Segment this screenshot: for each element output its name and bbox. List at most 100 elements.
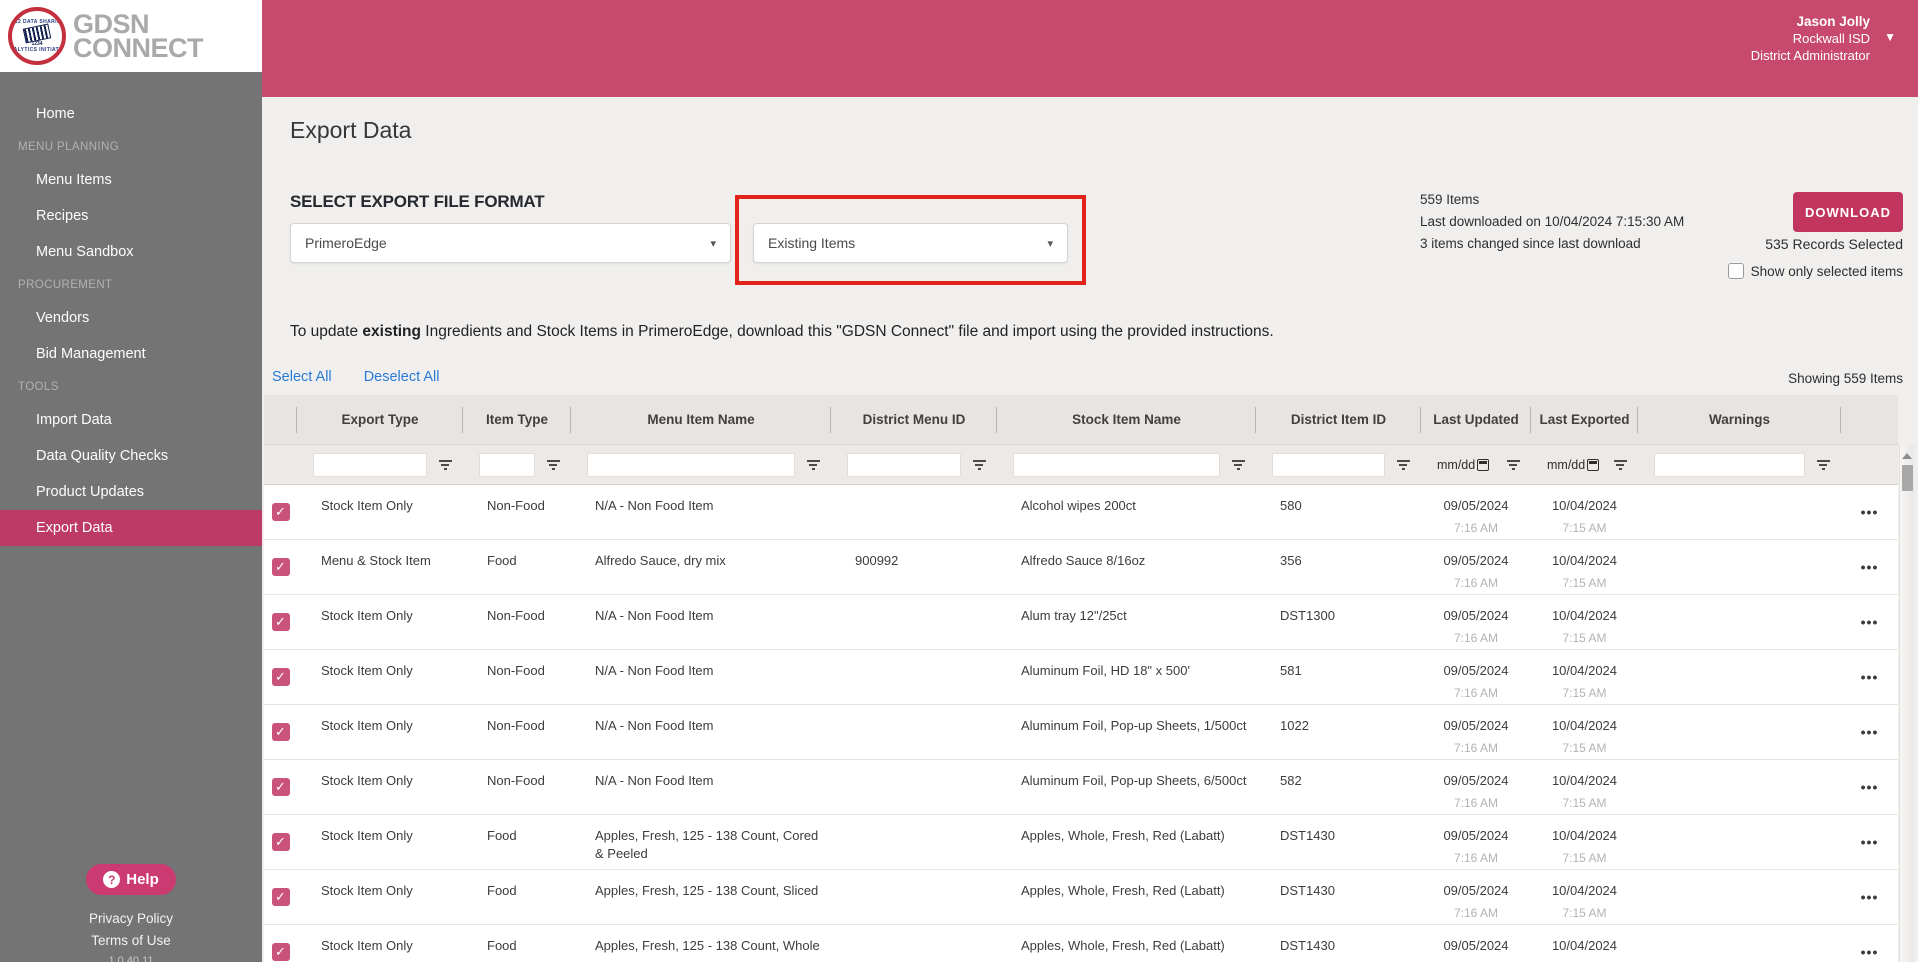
terms-of-use-link[interactable]: Terms of Use: [0, 933, 262, 948]
cell-menu-item-name: N/A - Non Food Item: [595, 718, 714, 733]
row-actions-ellipsis-icon[interactable]: •••: [1861, 505, 1879, 519]
vertical-scrollbar[interactable]: [1899, 445, 1914, 962]
header-district-item-id[interactable]: District Item ID: [1256, 395, 1421, 444]
calendar-icon[interactable]: [1587, 458, 1600, 471]
row-actions-ellipsis-icon[interactable]: •••: [1861, 835, 1879, 849]
row-checkbox-checked[interactable]: ✓: [271, 558, 290, 576]
filter-district-menu-id-input[interactable]: [847, 452, 961, 477]
items-filter-select[interactable]: Existing Items ▾: [753, 223, 1068, 263]
sidebar-item-import-data[interactable]: Import Data: [0, 402, 262, 438]
date-placeholder: mm/dd: [1547, 457, 1586, 472]
filter-stock-item-name-input[interactable]: [1013, 452, 1220, 477]
cell-district-item-id: 581: [1280, 663, 1302, 678]
filter-menu-item-name-input[interactable]: [587, 452, 795, 477]
calendar-icon[interactable]: [1477, 458, 1490, 471]
row-checkbox-checked[interactable]: ✓: [271, 778, 290, 796]
user-organization: Rockwall ISD: [1792, 31, 1870, 46]
filter-icon[interactable]: [1501, 454, 1525, 476]
filter-icon[interactable]: [433, 454, 457, 476]
filter-icon[interactable]: [1811, 454, 1835, 476]
row-actions-ellipsis-icon[interactable]: •••: [1861, 615, 1879, 629]
sidebar-item-export-data[interactable]: Export Data: [0, 510, 262, 546]
sidebar-item-menu-sandbox[interactable]: Menu Sandbox: [0, 234, 262, 270]
filter-icon[interactable]: [967, 454, 991, 476]
row-checkbox-checked[interactable]: ✓: [271, 723, 290, 741]
sidebar-item-vendors[interactable]: Vendors: [0, 300, 262, 336]
cell-menu-item-name: N/A - Non Food Item: [595, 773, 714, 788]
download-stats: 559 Items Last downloaded on 10/04/2024 …: [1420, 189, 1684, 255]
row-actions-ellipsis-icon[interactable]: •••: [1861, 945, 1879, 959]
filter-district-item-id-input[interactable]: [1272, 452, 1385, 477]
sidebar-item-menu-items[interactable]: Menu Items: [0, 162, 262, 198]
header-stock-item-name[interactable]: Stock Item Name: [997, 395, 1256, 444]
table-filter-row: mm/dd mm/dd: [264, 445, 1898, 485]
top-header-bar: Jason Jolly Rockwall ISD District Admini…: [262, 0, 1918, 97]
table-row: ✓ Stock Item Only Non-Food N/A - Non Foo…: [264, 760, 1898, 815]
chevron-down-icon: ▾: [1047, 237, 1053, 250]
show-only-selected-toggle[interactable]: Show only selected items: [1727, 263, 1903, 279]
row-actions-ellipsis-icon[interactable]: •••: [1861, 780, 1879, 794]
cell-warnings: [1638, 815, 1841, 869]
sidebar-item-data-quality-checks[interactable]: Data Quality Checks: [0, 438, 262, 474]
filter-icon[interactable]: [1608, 454, 1632, 476]
row-checkbox-checked[interactable]: ✓: [271, 888, 290, 906]
header-menu-item-name[interactable]: Menu Item Name: [571, 395, 831, 444]
export-format-select[interactable]: PrimeroEdge ▾: [290, 223, 731, 263]
sidebar-item-recipes[interactable]: Recipes: [0, 198, 262, 234]
table-body: ✓ Stock Item Only Non-Food N/A - Non Foo…: [264, 485, 1898, 962]
filter-last-updated-date-input[interactable]: mm/dd: [1437, 453, 1495, 477]
header-district-menu-id[interactable]: District Menu ID: [831, 395, 997, 444]
filter-icon[interactable]: [801, 454, 825, 476]
filter-icon[interactable]: [541, 454, 565, 476]
app-version: 1.0.40.11: [108, 955, 154, 962]
barcode-icon: [22, 23, 52, 44]
filter-icon[interactable]: [1391, 454, 1415, 476]
header-export-type[interactable]: Export Type: [297, 395, 463, 444]
scroll-up-arrow-icon[interactable]: [1902, 453, 1912, 459]
cell-warnings: [1638, 540, 1841, 594]
filter-icon[interactable]: [1226, 454, 1250, 476]
sidebar-item-bid-management[interactable]: Bid Management: [0, 336, 262, 372]
header-last-updated[interactable]: Last Updated: [1421, 395, 1531, 444]
show-only-selected-checkbox[interactable]: [1727, 263, 1744, 279]
row-actions-ellipsis-icon[interactable]: •••: [1861, 560, 1879, 574]
cell-last-exported: 10/04/20247:15 AM: [1551, 938, 1618, 962]
cell-district-item-id: DST1430: [1280, 938, 1335, 953]
header-warnings[interactable]: Warnings: [1638, 395, 1841, 444]
row-checkbox-checked[interactable]: ✓: [271, 833, 290, 851]
deselect-all-link[interactable]: Deselect All: [364, 369, 440, 385]
user-info[interactable]: Jason Jolly Rockwall ISD District Admini…: [1751, 13, 1870, 64]
sidebar-item-product-updates[interactable]: Product Updates: [0, 474, 262, 510]
filter-export-type-input[interactable]: [313, 452, 427, 477]
selection-links: Select All Deselect All: [272, 369, 467, 385]
row-checkbox-checked[interactable]: ✓: [271, 943, 290, 961]
row-checkbox-checked[interactable]: ✓: [271, 613, 290, 631]
row-actions-ellipsis-icon[interactable]: •••: [1861, 670, 1879, 684]
header-last-exported[interactable]: Last Exported: [1531, 395, 1638, 444]
filter-last-exported-date-input[interactable]: mm/dd: [1547, 453, 1602, 477]
row-actions-ellipsis-icon[interactable]: •••: [1861, 725, 1879, 739]
filter-item-type-input[interactable]: [479, 452, 535, 477]
show-only-selected-label: Show only selected items: [1750, 263, 1903, 279]
cell-menu-item-name: Apples, Fresh, 125 - 138 Count, Cored & …: [595, 828, 819, 861]
cell-district-item-id: 580: [1280, 498, 1302, 513]
select-all-link[interactable]: Select All: [272, 369, 332, 385]
export-format-value: PrimeroEdge: [305, 235, 387, 251]
sidebar-item-home[interactable]: Home: [0, 96, 262, 132]
scrollbar-thumb[interactable]: [1901, 465, 1913, 491]
row-checkbox-checked[interactable]: ✓: [271, 503, 290, 521]
row-checkbox-checked[interactable]: ✓: [271, 668, 290, 686]
header-item-type[interactable]: Item Type: [463, 395, 571, 444]
cell-district-item-id: DST1430: [1280, 828, 1335, 843]
privacy-policy-link[interactable]: Privacy Policy: [0, 911, 262, 926]
help-button[interactable]: ? Help: [86, 864, 176, 895]
download-button[interactable]: DOWNLOAD: [1793, 192, 1903, 232]
row-actions-ellipsis-icon[interactable]: •••: [1861, 890, 1879, 904]
description-post: Ingredients and Stock Items in PrimeroEd…: [420, 323, 1274, 340]
filter-warnings-input[interactable]: [1654, 452, 1805, 477]
cell-export-type: Stock Item Only: [321, 718, 413, 733]
user-menu-caret-icon[interactable]: ▼: [1884, 30, 1896, 44]
showing-items-count: Showing 559 Items: [1788, 371, 1903, 386]
user-name: Jason Jolly: [1796, 14, 1870, 29]
table-header-row: Export Type Item Type Menu Item Name Dis…: [264, 395, 1898, 445]
